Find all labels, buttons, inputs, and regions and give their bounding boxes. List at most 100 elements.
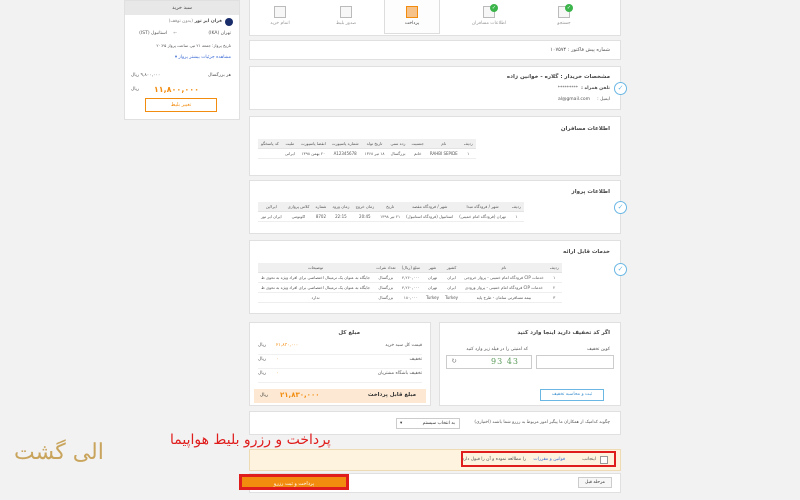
coupon-input[interactable] <box>536 355 614 369</box>
column-header: ردیف <box>546 263 562 273</box>
passengers-title: اطلاعات مسافران <box>560 126 610 132</box>
column-header: نام <box>426 139 461 149</box>
services-card: خدمات قابل ارائه ردیف نام کشور شهر مبلغ (ریا… <box>249 240 627 314</box>
email-label: ایمیل : <box>597 97 610 102</box>
check-circle-icon: ✓ <box>614 263 627 276</box>
passengers-table: ردیف نام جنسیت رده سنی تاریخ تولد شماره پاسپو… <box>258 139 476 159</box>
route-arrow-icon: ← <box>173 31 177 36</box>
step-passengers[interactable]: ✓ اطلاعات مسافران <box>461 0 517 34</box>
captcha-input[interactable]: 93 43 ↻ <box>446 355 532 369</box>
table-cell: ۴,۲۶۰,۰۰۰ <box>398 272 423 283</box>
table-cell: ایرانی <box>281 148 298 159</box>
column-header: زمان ورود <box>329 202 353 212</box>
referral-question: چگونه کدامیک از همکاران ما پیگیر امور مر… <box>474 420 610 425</box>
invoice-card: شماره پیش فاکتور : ۱۰۷۵۷۴ <box>249 40 621 60</box>
table-cell: ایران <box>442 282 462 293</box>
finish-step-icon <box>274 6 286 18</box>
column-header: تاریخ <box>377 202 404 212</box>
summary-row-discount: تخفیف ۰ ریال <box>258 357 422 369</box>
brand-logo: الی گشت <box>14 440 104 465</box>
airline-name: قران ایر تور (بدون توقف) <box>168 19 222 24</box>
step-search[interactable]: ✓ جستجو <box>536 0 592 34</box>
column-header: زمان خروج <box>352 202 378 212</box>
apply-discount-button[interactable]: ثبت و محاسبه تخفیف <box>540 389 604 401</box>
buyer-title: مشخصات خریدار : گلاره - خوانین زاده <box>506 74 610 80</box>
check-circle-icon: ✓ <box>614 82 627 95</box>
previous-step-button[interactable]: مرحله قبل <box>578 477 612 488</box>
table-cell: خانم <box>408 148 427 159</box>
table-cell: تهران <box>422 272 443 283</box>
cart-title: سبد خرید <box>125 1 239 15</box>
check-circle-icon: ✓ <box>614 201 627 214</box>
services-table: ردیف نام کشور شهر مبلغ (ریال) تعداد نفرات توضی… <box>258 263 562 303</box>
table-cell: بزرگسال <box>373 282 399 293</box>
flight-table: ردیف شهر / فرودگاه مبدا شهر / فرودگاه مقصد… <box>258 202 524 222</box>
column-header: شماره <box>312 202 330 212</box>
step-label: جستجو <box>557 21 571 26</box>
passenger-row: ۱ RAHBI SEPIDE خانم بزرگسال ۱۸ تیر ۱۳۶۸ A1234… <box>258 148 476 159</box>
column-header: تاریخ تولد <box>361 139 388 149</box>
column-header: توضیحات <box>258 263 374 273</box>
table-cell: ایران <box>442 272 462 283</box>
discount-card: اگر کد تخفیف دارید اینجا وارد کنید کوپن … <box>439 322 621 406</box>
table-cell: خدمات CIP فرودگاه امام خمینی - پرواز خرو… <box>461 272 547 283</box>
table-cell: ندارد <box>258 292 374 303</box>
table-cell: بزرگسال <box>373 292 399 303</box>
email-value: al@gmail.com <box>557 97 590 102</box>
table-cell: ۱ <box>546 272 562 283</box>
table-cell: استانبول (فرودگاه استانبول) <box>403 211 457 222</box>
pay-and-reserve-button[interactable]: پرداخت و ثبت رزرو <box>240 475 348 489</box>
table-cell: جایگاه به عنوان یک ترمینال اختصاصی برای … <box>258 272 374 283</box>
coupon-label: کوپن تخفیف <box>586 347 610 352</box>
column-header: جنسیت <box>408 139 427 149</box>
passengers-step-icon: ✓ <box>483 4 498 18</box>
ticket-step-icon <box>340 6 352 18</box>
step-label: اطلاعات مسافران <box>471 21 507 26</box>
per-adult-label: هر بزرگسال <box>208 73 231 78</box>
invoice-label: شماره پیش فاکتور : ۱۰۷۵۷۴ <box>550 47 610 53</box>
refresh-captcha-icon[interactable]: ↻ <box>451 357 458 365</box>
flight-row: ۱ تهران (فرودگاه امام خمینی) استانبول (فرو… <box>258 211 524 222</box>
step-issue: صدور بلیط <box>318 0 374 34</box>
chevron-down-icon: ▾ <box>400 421 403 426</box>
service-row: ۲ خدمات CIP فرودگاه امام خمینی - پرواز ور… <box>258 282 562 293</box>
service-row: ۳ بیمه مسافرتی سامان - طرح پایه Turkey Turk… <box>258 292 562 303</box>
column-header: شهر <box>422 263 443 273</box>
change-ticket-button[interactable]: تغییر بلیط <box>145 98 217 112</box>
table-cell: ۲ <box>546 282 562 293</box>
table-cell: RAHBI SEPIDE <box>426 148 461 159</box>
table-cell: بیمه مسافرتی سامان - طرح پایه <box>461 292 547 303</box>
services-title: خدمات قابل ارائه <box>563 249 610 255</box>
flight-details-link[interactable]: مشاهده جزئیات بیشتر پرواز ▾ <box>175 55 231 60</box>
column-header: ردیف <box>508 202 524 212</box>
step-payment[interactable]: پرداخت <box>384 0 440 34</box>
captcha-image: 93 43 <box>491 357 519 366</box>
total-price: ۱۱,۸۰۰,۰۰۰ <box>153 85 199 94</box>
payable-total: مبلغ قابل پرداخت ۲۱,۸۳۰,۰۰۰ ریال <box>254 389 426 403</box>
table-cell: 20:45 <box>352 211 378 222</box>
origin-city: تهران (IKA) <box>208 31 231 36</box>
column-header: کلاس پروازی <box>284 202 313 212</box>
flight-title: اطلاعات پرواز <box>571 189 610 195</box>
table-cell: ایران ایر تور <box>258 211 285 222</box>
column-header: ملیت <box>281 139 298 149</box>
column-header: رده سنی <box>387 139 409 149</box>
terms-highlight <box>461 451 616 467</box>
table-cell <box>258 148 282 159</box>
airline-logo-icon <box>225 18 233 26</box>
per-adult-price: ۹,۸۰۰,۰۰۰ ریال <box>131 73 161 78</box>
column-header: شهر / فرودگاه مقصد <box>403 202 457 212</box>
agent-select[interactable]: به انتخاب سیستم ▾ <box>396 418 460 429</box>
table-cell: ۲۱ تیر ۱۳۹۸ <box>377 211 404 222</box>
cart-sidebar: سبد خرید قران ایر تور (بدون توقف) تهران … <box>124 0 240 120</box>
column-header: تعداد نفرات <box>373 263 399 273</box>
step-label: اتمام خرید <box>270 21 290 26</box>
summary-row-club: تخفیف باشگاه مشتریان ۰ ریال <box>258 371 422 383</box>
table-cell: ۲۰ بهمن ۱۳۹۸ <box>297 148 329 159</box>
column-header: ردیف <box>460 139 476 149</box>
phone-value: ********* <box>557 86 578 91</box>
check-icon: ✓ <box>565 4 573 12</box>
table-cell: Turkey <box>442 292 462 303</box>
table-cell: جایگاه به عنوان یک ترمینال اختصاصی برای … <box>258 282 374 293</box>
check-icon: ✓ <box>490 4 498 12</box>
